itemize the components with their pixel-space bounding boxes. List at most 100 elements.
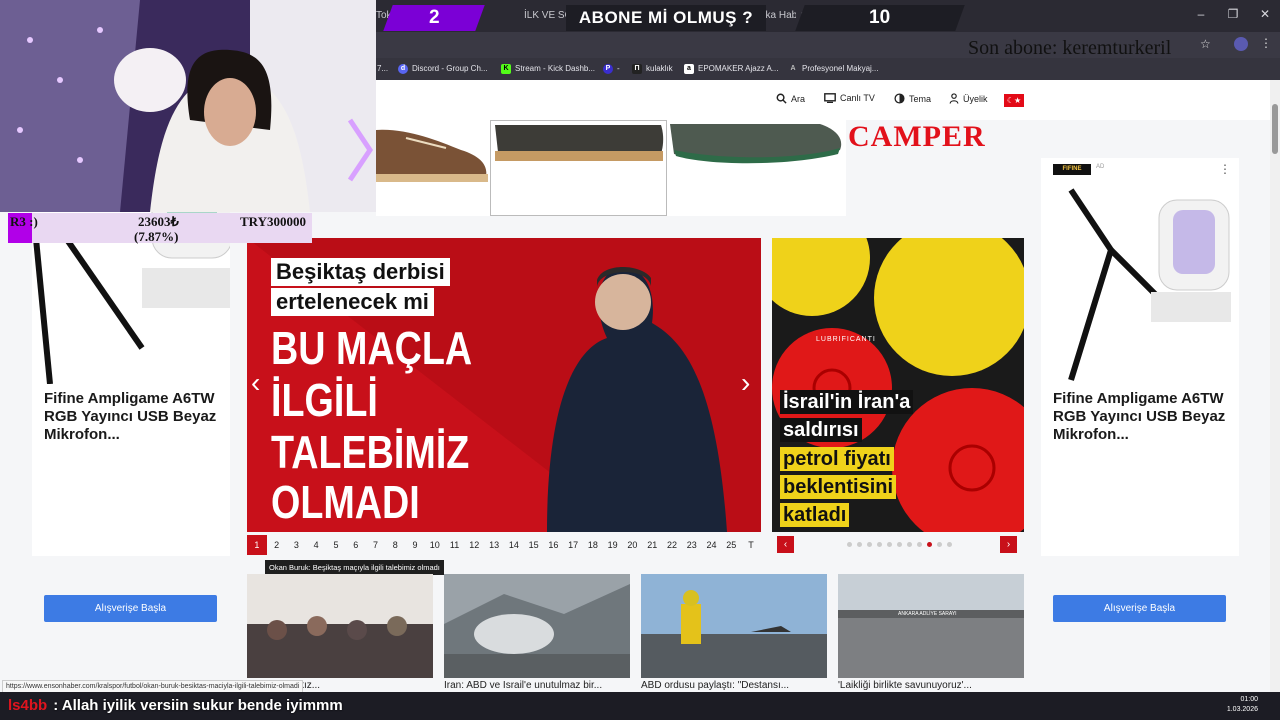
page-number[interactable]: 17 (563, 535, 583, 555)
profile-avatar-icon[interactable] (1234, 37, 1248, 51)
side-next-button[interactable]: › (1000, 536, 1017, 553)
smoke-city-photo (444, 574, 630, 678)
ad-title[interactable]: Fifine Ampligame A6TW RGB Yayıncı USB Be… (44, 390, 220, 444)
page-number[interactable]: 10 (425, 535, 445, 555)
page-number[interactable]: 19 (603, 535, 623, 555)
page-number[interactable]: 5 (326, 535, 346, 555)
pocket-icon: P (603, 64, 613, 74)
bookmark-label: - (617, 64, 620, 73)
camper-logo[interactable]: CAMPER (848, 114, 985, 160)
slide-dot[interactable] (887, 542, 892, 547)
menu-dots-icon[interactable]: ⋮ (1260, 36, 1272, 50)
page-number[interactable]: 18 (583, 535, 603, 555)
kick-icon: K (501, 64, 511, 74)
news-thumb[interactable]: ANKARA ADLİYE SARAYI (838, 574, 1024, 678)
page-scrollbar[interactable] (1270, 80, 1280, 692)
webcam-overlay (0, 0, 376, 212)
slide-dot[interactable] (897, 542, 902, 547)
page-number[interactable]: 4 (306, 535, 326, 555)
news-caption[interactable]: İran: ABD ve İsrail'e unutulmaz bir... (444, 680, 630, 691)
turkey-flag-icon[interactable]: ☾★ (1004, 94, 1024, 107)
shoe-ad-banner[interactable] (376, 120, 846, 216)
page-number[interactable]: 24 (702, 535, 722, 555)
news-caption[interactable]: ABD ordusu paylaştı: "Destansı... (641, 680, 827, 691)
page-number[interactable]: 20 (623, 535, 643, 555)
page-number[interactable]: 1 (247, 535, 267, 555)
user-icon (949, 93, 959, 104)
side-prev-button[interactable]: ‹ (777, 536, 794, 553)
page-number[interactable]: 2 (267, 535, 287, 555)
microphone-image (1068, 188, 1231, 381)
search-link[interactable]: Ara (776, 93, 805, 104)
hero-subtitle-2: ertelenecek mi (271, 288, 434, 316)
bookmark-item[interactable]: a EPOMAKER Ajazz A... (684, 61, 778, 77)
bookmark-item[interactable]: K Stream - Kick Dashb... (501, 61, 595, 77)
bookmark-item[interactable]: P- (603, 61, 620, 77)
goal-percent: (7.87%) (134, 229, 179, 244)
sub-goal-value: 10 (869, 7, 891, 28)
side-news-slider[interactable]: LUBRIFICANTI İsrail'in İran'a saldırısı … (772, 238, 1024, 532)
ad-tag: AD (1096, 164, 1105, 170)
restore-icon[interactable]: ❐ (1218, 6, 1248, 22)
bookmark-item[interactable]: d Discord - Group Ch... (398, 61, 488, 77)
sub-count: 2 (383, 5, 485, 31)
bookmark-item[interactable]: Πkulaklık (632, 61, 673, 77)
slide-dot[interactable] (937, 542, 942, 547)
slide-dot[interactable] (857, 542, 862, 547)
page-number[interactable]: 14 (504, 535, 524, 555)
page-number[interactable]: 12 (464, 535, 484, 555)
headline-tooltip: Okan Buruk: Beşiktaş maçıyla ilgili tale… (265, 560, 444, 575)
bookmark-label: kulaklık (646, 64, 673, 73)
bookmark-star-icon[interactable]: ☆ (1200, 37, 1211, 51)
page-number[interactable]: 15 (524, 535, 544, 555)
courthouse-sign: ANKARA ADLİYE SARAYI (898, 611, 957, 617)
slide-dot[interactable] (917, 542, 922, 547)
bookmark-item[interactable]: A Profesyonel Makyaj... (788, 61, 878, 77)
slide-dot[interactable] (877, 542, 882, 547)
slider-prev-icon[interactable]: ‹ (251, 368, 260, 398)
drum-label: LUBRIFICANTI (816, 336, 876, 343)
slide-dot[interactable] (847, 542, 852, 547)
headline-slider[interactable]: Beşiktaş derbisi ertelenecek mi BU MAÇLA… (247, 238, 761, 532)
page-number[interactable]: 22 (662, 535, 682, 555)
slide-dot[interactable] (947, 542, 952, 547)
slide-dot[interactable] (867, 542, 872, 547)
hero-headline-3: TALEBİMİZ (271, 426, 470, 478)
page-number[interactable]: 6 (346, 535, 366, 555)
side-news-line-2: saldırısı (780, 418, 862, 442)
scrollbar-thumb[interactable] (1272, 104, 1278, 154)
news-thumb[interactable] (444, 574, 630, 678)
page-number[interactable]: 16 (543, 535, 563, 555)
page-number[interactable]: 23 (682, 535, 702, 555)
right-ad-card[interactable]: FIFINE AD ⋮ Fifine Ampligame A6TW RGB Ya… (1041, 158, 1239, 622)
page-number[interactable]: 25 (721, 535, 741, 555)
minimize-icon[interactable]: – (1186, 6, 1216, 22)
slider-next-icon[interactable]: › (741, 368, 750, 398)
news-caption[interactable]: 'Laikliği birlikte savunuyoruz'... (838, 680, 1024, 691)
page-number[interactable]: 8 (385, 535, 405, 555)
ad-title[interactable]: Fifine Ampligame A6TW RGB Yayıncı USB Be… (1053, 390, 1229, 444)
clock[interactable]: 01:00 1.03.2026 (1227, 695, 1258, 715)
page-number[interactable]: T (741, 535, 761, 555)
selected-shoe-frame[interactable] (490, 120, 667, 216)
theme-link[interactable]: Tema (894, 93, 931, 104)
ad-options-icon[interactable]: ⋮ (1219, 162, 1231, 176)
slide-dot[interactable] (907, 542, 912, 547)
page-number[interactable]: 21 (642, 535, 662, 555)
news-thumb[interactable] (247, 574, 433, 678)
page-number[interactable]: 3 (287, 535, 307, 555)
membership-link[interactable]: Üyelik (949, 93, 988, 104)
page-number[interactable]: 11 (445, 535, 465, 555)
page-number[interactable]: 13 (484, 535, 504, 555)
live-tv-link[interactable]: Canlı TV (824, 93, 875, 103)
page-number[interactable]: 7 (366, 535, 386, 555)
shop-button[interactable]: Alışverişe Başla (44, 595, 217, 622)
close-window-icon[interactable]: ✕ (1250, 6, 1280, 22)
bookmark-item[interactable]: 7... (377, 61, 388, 77)
slide-dot-active[interactable] (927, 542, 932, 547)
shop-button[interactable]: Alışverişe Başla (1053, 595, 1226, 622)
page-number[interactable]: 9 (405, 535, 425, 555)
news-thumb[interactable] (641, 574, 827, 678)
bookmark-label: Discord - Group Ch... (412, 64, 488, 73)
search-icon (776, 93, 787, 104)
